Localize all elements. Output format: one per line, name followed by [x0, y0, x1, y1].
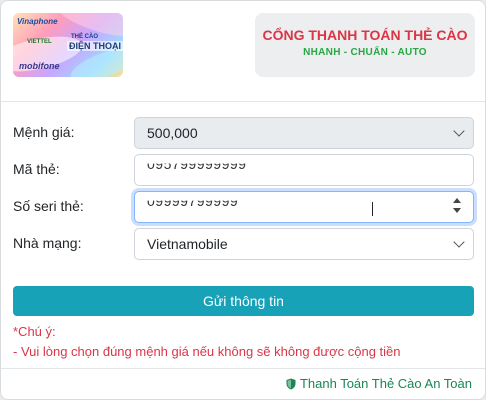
card-code-label: Mã thẻ: — [13, 161, 60, 177]
divider — [1, 101, 485, 102]
denomination-label: Mệnh giá: — [13, 124, 75, 140]
card-code-value: 095799999999 — [147, 156, 247, 172]
footer-text: Thanh Toán Thẻ Cào An Toàn — [299, 376, 472, 391]
text-caret — [372, 202, 373, 216]
network-value: Vietnamobile — [147, 236, 228, 252]
network-label: Nhà mạng: — [13, 235, 82, 251]
spinner-icon[interactable] — [453, 198, 463, 216]
denomination-select[interactable]: 500,000 — [134, 117, 474, 149]
logo-brand-top: Vinaphone — [17, 17, 58, 26]
chevron-down-icon — [453, 125, 465, 137]
serial-row: Số seri thẻ: 09999799999 — [1, 191, 485, 223]
denomination-value: 500,000 — [147, 125, 198, 141]
gateway-title: CỔNG THANH TOÁN THẺ CÀO — [262, 27, 468, 43]
gateway-subtitle: NHANH - CHUẨN - AUTO — [303, 47, 427, 58]
submit-button[interactable]: Gửi thông tin — [13, 286, 474, 316]
payment-card: Vinaphone VIETTEL THẺ CÀO ĐIỆN THOẠI mob… — [0, 0, 486, 400]
gateway-banner: CỔNG THANH TOÁN THẺ CÀO NHANH - CHUẨN - … — [255, 13, 475, 77]
logo-brand-bottom: mobifone — [19, 61, 60, 71]
note-heading: *Chú ý: — [13, 324, 56, 339]
serial-value: 09999799999 — [147, 193, 239, 209]
denomination-row: Mệnh giá: 500,000 — [1, 117, 485, 149]
note-line: - Vui lòng chọn đúng mệnh giá nếu không … — [13, 344, 401, 359]
shield-icon — [286, 378, 296, 389]
logo-label-big: ĐIỆN THOẠI — [67, 41, 123, 51]
network-row: Nhà mạng: Vietnamobile — [1, 228, 485, 260]
footer: Thanh Toán Thẻ Cào An Toàn — [286, 376, 472, 391]
serial-label: Số seri thẻ: — [13, 198, 84, 214]
scratch-card-logo: Vinaphone VIETTEL THẺ CÀO ĐIỆN THOẠI mob… — [13, 13, 123, 77]
divider — [1, 368, 485, 369]
card-code-input[interactable]: 095799999999 — [134, 154, 474, 186]
serial-input[interactable]: 09999799999 — [134, 191, 474, 223]
logo-brand-mid: VIETTEL — [27, 39, 52, 45]
card-code-row: Mã thẻ: 095799999999 — [1, 154, 485, 186]
logo-label-small: THẺ CÀO — [71, 34, 98, 40]
network-select[interactable]: Vietnamobile — [134, 228, 474, 260]
chevron-down-icon — [453, 236, 465, 248]
